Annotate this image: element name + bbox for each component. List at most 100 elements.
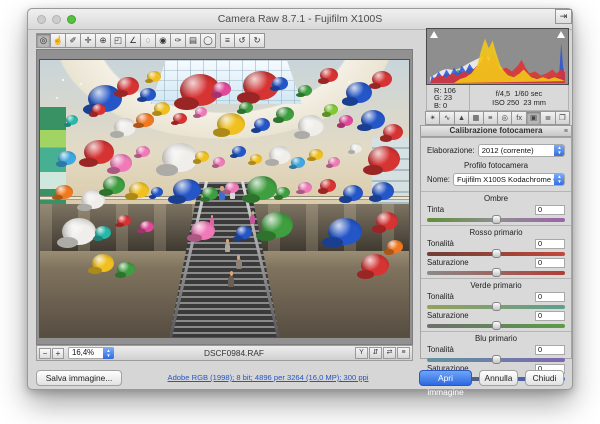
- slider-group: Verde primarioTonalità0Saturazione0: [427, 281, 565, 328]
- spot-removal-tool-icon[interactable]: ◌: [141, 33, 156, 48]
- slider-track[interactable]: [427, 358, 565, 362]
- slider-handle[interactable]: [492, 249, 501, 258]
- swap-settings-icon[interactable]: ⇵: [369, 347, 382, 359]
- divider: [421, 331, 571, 332]
- radial-filter-tool-icon[interactable]: ◯: [201, 33, 216, 48]
- balloon-snail: [276, 107, 294, 121]
- rotate-right-tool-icon[interactable]: ↻: [250, 33, 265, 48]
- balloon-snail: [151, 187, 163, 197]
- targeted-adjustment-tool-icon[interactable]: ⊕: [96, 33, 111, 48]
- slider-handle[interactable]: [492, 268, 501, 277]
- slider-track[interactable]: [427, 218, 565, 222]
- balloon-snail: [191, 221, 215, 240]
- slider-value-input[interactable]: 0: [535, 239, 565, 249]
- focal-value: 23 mm: [523, 98, 546, 107]
- balloon-snail: [110, 154, 132, 172]
- balloon-snail: [173, 113, 187, 124]
- balloon-snail: [217, 113, 245, 135]
- b-value: 0: [443, 101, 447, 110]
- slider-value-input[interactable]: 0: [535, 258, 565, 268]
- balloon-snail: [147, 71, 161, 82]
- workflow-options-link[interactable]: Adobe RGB (1998); 8 bit; 4896 per 3264 (…: [128, 373, 408, 382]
- tab-snapshots[interactable]: ❐: [556, 111, 570, 125]
- tab-basic[interactable]: ✴: [425, 111, 440, 125]
- preview-preferences-icon[interactable]: ≡: [397, 347, 410, 359]
- crop-tool-icon[interactable]: ◰: [111, 33, 126, 48]
- balloon-snail: [328, 157, 340, 167]
- slider-handle[interactable]: [492, 302, 501, 311]
- slider-row: Tinta0: [427, 204, 565, 215]
- preferences-tool-icon[interactable]: ≡: [220, 33, 235, 48]
- balloon-snail: [58, 151, 76, 165]
- profile-name-label: Nome:: [427, 175, 450, 184]
- slider-value-input[interactable]: 0: [535, 205, 565, 215]
- adjustment-brush-tool-icon[interactable]: ✑: [171, 33, 186, 48]
- balloon-snail: [162, 143, 198, 172]
- tab-lens-corrections[interactable]: ◎: [498, 111, 512, 125]
- cancel-button[interactable]: Annulla: [479, 370, 518, 386]
- process-version-dropdown[interactable]: 2012 (corrente) ▲▼: [478, 144, 565, 157]
- white-balance-tool-icon[interactable]: ✐: [66, 33, 81, 48]
- hand-tool-icon[interactable]: ☝: [51, 33, 66, 48]
- slider-row: Saturazione0: [427, 310, 565, 321]
- balloon-snail: [383, 124, 403, 140]
- tab-presets[interactable]: ≣: [541, 111, 555, 125]
- slider-handle[interactable]: [492, 321, 501, 330]
- preview-mode-icon[interactable]: Y: [355, 347, 368, 359]
- zoom-in-button[interactable]: +: [52, 348, 64, 359]
- slider-group: Rosso primarioTonalità0Saturazione0: [427, 228, 565, 275]
- balloon-snail: [361, 110, 385, 129]
- slider-value-input[interactable]: 0: [535, 345, 565, 355]
- slider-track[interactable]: [427, 271, 565, 275]
- slider-handle[interactable]: [492, 355, 501, 364]
- red-eye-tool-icon[interactable]: ◉: [156, 33, 171, 48]
- balloon-snails-layer: [40, 60, 409, 337]
- balloon-snail: [254, 118, 270, 131]
- tab-effects[interactable]: fx: [512, 111, 526, 125]
- slider-value-input[interactable]: 0: [535, 292, 565, 302]
- slider-value-input[interactable]: 0: [535, 311, 565, 321]
- rotate-left-tool-icon[interactable]: ↺: [235, 33, 250, 48]
- balloon-snail: [154, 102, 170, 115]
- divider: [421, 278, 571, 279]
- slider-row: Saturazione0: [427, 257, 565, 268]
- panel-menu-icon[interactable]: ≡: [564, 127, 568, 137]
- balloon-snail: [103, 176, 125, 194]
- balloon-snail: [213, 157, 225, 167]
- tab-hsl-grayscale[interactable]: ▦: [469, 111, 483, 125]
- save-image-button[interactable]: Salva immagine...: [36, 370, 122, 386]
- slider-track[interactable]: [427, 324, 565, 328]
- balloon-snail: [372, 182, 394, 200]
- zoom-out-button[interactable]: −: [39, 348, 51, 359]
- panel-header: Calibrazione fotocamera ≡: [420, 125, 572, 137]
- color-sampler-tool-icon[interactable]: ✛: [81, 33, 96, 48]
- zoom-level-select[interactable]: 16,4% ▲▼: [68, 347, 114, 359]
- balloon-snail: [202, 187, 218, 200]
- copy-settings-icon[interactable]: ⇄: [383, 347, 396, 359]
- graduated-filter-tool-icon[interactable]: ▤: [186, 33, 201, 48]
- straighten-tool-icon[interactable]: ∠: [126, 33, 141, 48]
- done-button[interactable]: Chiudi: [525, 370, 564, 386]
- photo-preview[interactable]: [40, 60, 409, 337]
- balloon-snail: [195, 151, 209, 162]
- tab-detail[interactable]: ▲: [455, 111, 469, 125]
- balloon-snail: [117, 215, 131, 226]
- tab-split-toning[interactable]: ≡: [484, 111, 498, 125]
- slider-label: Tonalità: [427, 239, 454, 248]
- zoom-tool-icon[interactable]: ◎: [36, 33, 51, 48]
- slider-track[interactable]: [427, 305, 565, 309]
- fullscreen-toggle-icon[interactable]: ⇥: [555, 9, 572, 24]
- tab-tone-curve[interactable]: ∿: [440, 111, 454, 125]
- preview-area: [36, 49, 413, 345]
- group-title: Blu primario: [427, 334, 565, 343]
- camera-profile-dropdown[interactable]: Fujifilm X100S Kodachrome 64 AS ▲▼: [453, 173, 565, 186]
- tab-camera-calibration[interactable]: ▣: [527, 111, 541, 125]
- open-image-button[interactable]: Apri immagine: [419, 370, 472, 386]
- camera-calibration-panel: Elaborazione: 2012 (corrente) ▲▼ Profilo…: [420, 137, 572, 359]
- balloon-snail: [55, 185, 73, 199]
- slider-handle[interactable]: [492, 215, 501, 224]
- slider-track[interactable]: [427, 252, 565, 256]
- balloon-snail: [117, 262, 135, 276]
- balloon-snail: [376, 212, 398, 230]
- title-bar[interactable]: Camera Raw 8.7.1 - Fujifilm X100S: [28, 9, 572, 30]
